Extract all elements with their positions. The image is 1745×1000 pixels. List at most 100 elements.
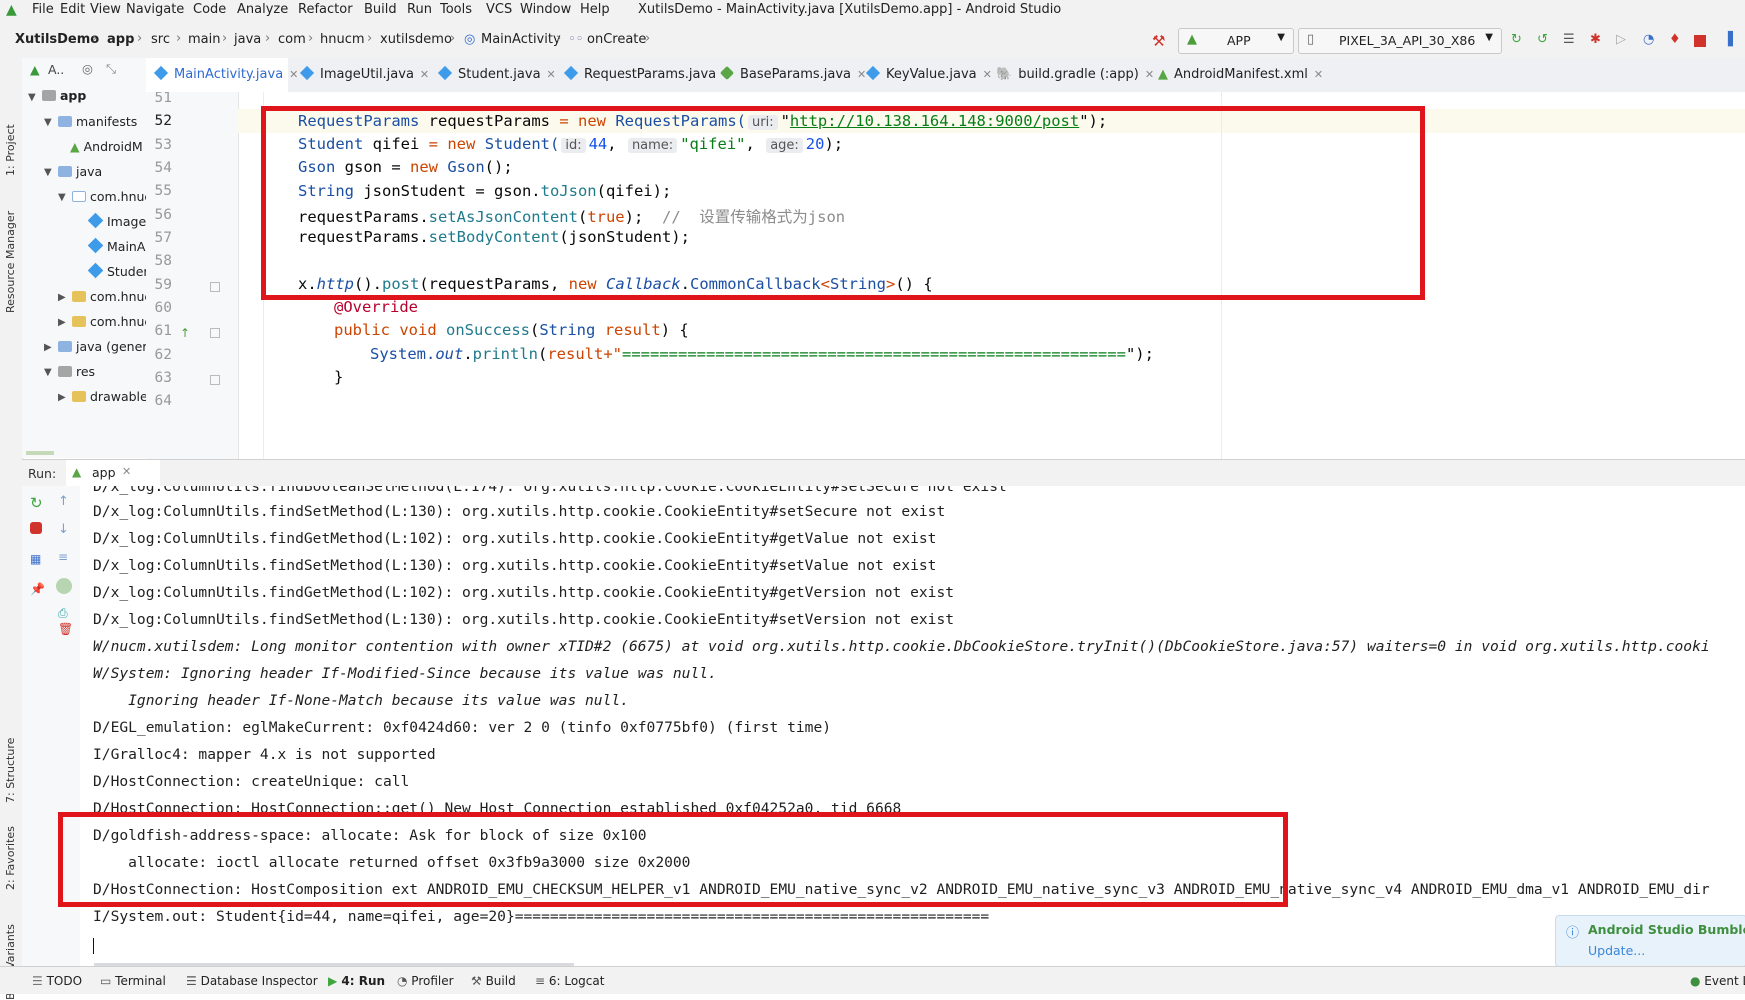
arrow-down-icon[interactable]: ↓ <box>58 522 74 538</box>
chevron-down-icon[interactable]: ▼ <box>44 117 52 128</box>
breadcrumb-project[interactable]: XutilsDemo <box>15 32 99 47</box>
breadcrumb-com[interactable]: com <box>278 32 306 47</box>
close-icon[interactable]: ✕ <box>547 68 556 81</box>
scrollbar-horizontal[interactable] <box>26 451 54 455</box>
tree-item-java[interactable]: java <box>58 164 102 179</box>
tab-student[interactable]: Student.java ✕ <box>430 58 556 92</box>
run-tool-button[interactable]: ▶ 4: Run <box>328 974 385 988</box>
menu-refactor[interactable]: Refactor <box>298 2 353 17</box>
tree-item-java-generated[interactable]: java (genera <box>58 339 146 354</box>
soft-wrap-icon[interactable]: ≡ <box>58 550 74 566</box>
profiler-tool-button[interactable]: ◔ Profiler <box>397 974 454 988</box>
chevron-down-icon[interactable]: ▼ <box>44 367 52 378</box>
breadcrumb-hnucm[interactable]: hnucm <box>320 32 365 47</box>
chevron-right-icon[interactable]: ▶ <box>58 292 66 303</box>
chevron-right-icon[interactable]: ▶ <box>58 317 66 328</box>
tab-baseparams[interactable]: BaseParams.java ✕ <box>712 58 866 92</box>
trash-icon[interactable]: 🗑 <box>58 622 74 638</box>
chevron-right-icon[interactable]: ▶ <box>44 342 52 353</box>
arrow-up-icon[interactable]: ↑ <box>58 494 74 510</box>
project-view-selector[interactable]: A.. <box>48 62 64 77</box>
run-tab-app[interactable]: ▲ app ✕ <box>66 460 160 489</box>
menu-tools[interactable]: Tools <box>440 2 472 17</box>
menu-edit[interactable]: Edit <box>60 2 85 17</box>
layout-icon[interactable]: ▦ <box>30 552 46 568</box>
tree-item-student[interactable]: Studer <box>87 262 146 279</box>
rerun-icon[interactable]: ↺ <box>1537 32 1548 47</box>
tab-androidmanifest[interactable]: ▲ AndroidManifest.xml ✕ <box>1150 58 1323 92</box>
hammer-build-icon[interactable]: ⚒ <box>1152 32 1165 50</box>
breadcrumb-xutilsdemo[interactable]: xutilsdemo <box>380 32 452 47</box>
breadcrumb-main[interactable]: main <box>188 32 220 47</box>
menu-window[interactable]: Window <box>520 2 571 17</box>
update-notification[interactable]: ⓘ Android Studio Bumblebe Update... <box>1555 915 1745 967</box>
menu-vcs[interactable]: VCS <box>486 2 512 17</box>
stop-icon[interactable] <box>1694 35 1706 47</box>
close-icon[interactable]: ✕ <box>420 68 429 81</box>
chevron-right-icon[interactable]: ▶ <box>58 392 66 403</box>
logcat-tool-button[interactable]: ≡ 6: Logcat <box>535 974 604 988</box>
chevron-down-icon[interactable]: ▼ <box>44 167 52 178</box>
fold-marker-icon[interactable] <box>210 375 220 385</box>
close-icon[interactable]: ✕ <box>1314 68 1323 81</box>
tree-item-app[interactable]: app <box>42 88 86 103</box>
apply-changes-icon[interactable]: ↻ <box>1511 32 1522 47</box>
collapse-icon[interactable]: ⤡ <box>106 61 116 77</box>
fold-marker-icon[interactable] <box>210 282 220 292</box>
build-tool-button[interactable]: ⚒ Build <box>471 974 516 988</box>
menu-help[interactable]: Help <box>580 2 610 17</box>
tree-item-package[interactable]: com.hnuc <box>72 189 146 204</box>
attach-icon[interactable]: ▷ <box>1616 32 1626 47</box>
favorites-tool-button[interactable]: 2: Favorites <box>4 826 17 890</box>
override-gutter-icon[interactable]: ↑ <box>180 326 190 340</box>
run-config-dropdown[interactable]: ▲ APP ▼ <box>1178 28 1294 54</box>
chevron-down-icon[interactable]: ▼ <box>58 192 66 203</box>
tab-requestparams[interactable]: RequestParams.java✕ <box>556 58 731 92</box>
print-icon[interactable]: ⎙ <box>58 606 74 622</box>
tree-item-res[interactable]: res <box>58 364 95 379</box>
menu-code[interactable]: Code <box>193 2 226 17</box>
tree-item-imageutil[interactable]: Image <box>87 212 146 229</box>
menu-build[interactable]: Build <box>364 2 397 17</box>
tree-item-mainactivity[interactable]: MainA <box>87 237 145 254</box>
tree-item-manifests[interactable]: manifests <box>58 114 137 129</box>
tab-keyvalue[interactable]: KeyValue.java ✕ <box>858 58 992 92</box>
menu-navigate[interactable]: Navigate <box>126 2 184 17</box>
tab-imageutil[interactable]: ImageUtil.java ✕ <box>292 58 429 92</box>
resource-manager-tool-button[interactable]: Resource Manager <box>4 211 17 313</box>
menu-file[interactable]: File <box>32 2 54 17</box>
tree-item-package-androidtest[interactable]: com.hnuc <box>72 314 146 329</box>
target-icon[interactable]: ◎ <box>82 61 93 76</box>
breadcrumb-app[interactable]: app <box>107 32 134 47</box>
device-manager-icon[interactable]: ♦ <box>1669 32 1681 47</box>
tab-build-gradle[interactable]: 🐘 build.gradle (:app) ✕ <box>988 58 1154 92</box>
fold-marker-icon[interactable] <box>210 328 220 338</box>
device-dropdown[interactable]: ▯ PIXEL_3A_API_30_X86 ▼ <box>1298 28 1502 54</box>
menu-analyze[interactable]: Analyze <box>237 2 288 17</box>
tree-item-drawable[interactable]: drawable <box>72 389 146 404</box>
tree-item-manifest-file[interactable]: ▲ AndroidM <box>70 139 143 154</box>
tree-item-package-test[interactable]: com.hnuc <box>72 289 146 304</box>
project-tool-button[interactable]: 1: Project <box>4 124 17 176</box>
todo-tool-button[interactable]: ☰ TODO <box>32 974 82 988</box>
event-log-tool-button[interactable]: ● Event L <box>1690 974 1745 988</box>
chevron-down-icon[interactable]: ▼ <box>28 92 36 103</box>
pin-icon[interactable]: 📌 <box>30 582 46 598</box>
stop-icon[interactable] <box>30 522 42 534</box>
close-icon[interactable]: ✕ <box>122 465 131 478</box>
avd-icon[interactable]: ▌ <box>1728 32 1738 47</box>
rerun-icon[interactable]: ↻ <box>30 494 46 512</box>
terminal-tool-button[interactable]: ▭ Terminal <box>100 974 166 988</box>
structure-tool-button[interactable]: 7: Structure <box>4 738 17 803</box>
update-link[interactable]: Update... <box>1588 943 1645 958</box>
menu-view[interactable]: View <box>90 2 121 17</box>
breadcrumb-mainactivity[interactable]: MainActivity <box>481 32 561 47</box>
breadcrumb-oncreate[interactable]: onCreate <box>587 32 646 47</box>
tab-mainactivity[interactable]: MainActivity.java ✕ <box>146 58 298 95</box>
database-inspector-tool-button[interactable]: ☰ Database Inspector <box>186 974 318 988</box>
debug-icon[interactable]: ✱ <box>1590 32 1601 47</box>
menu-run[interactable]: Run <box>407 2 432 17</box>
coverage-icon[interactable]: ☰ <box>1563 32 1575 47</box>
breadcrumb-java[interactable]: java <box>234 32 261 47</box>
scroll-to-end-icon[interactable] <box>56 578 72 594</box>
